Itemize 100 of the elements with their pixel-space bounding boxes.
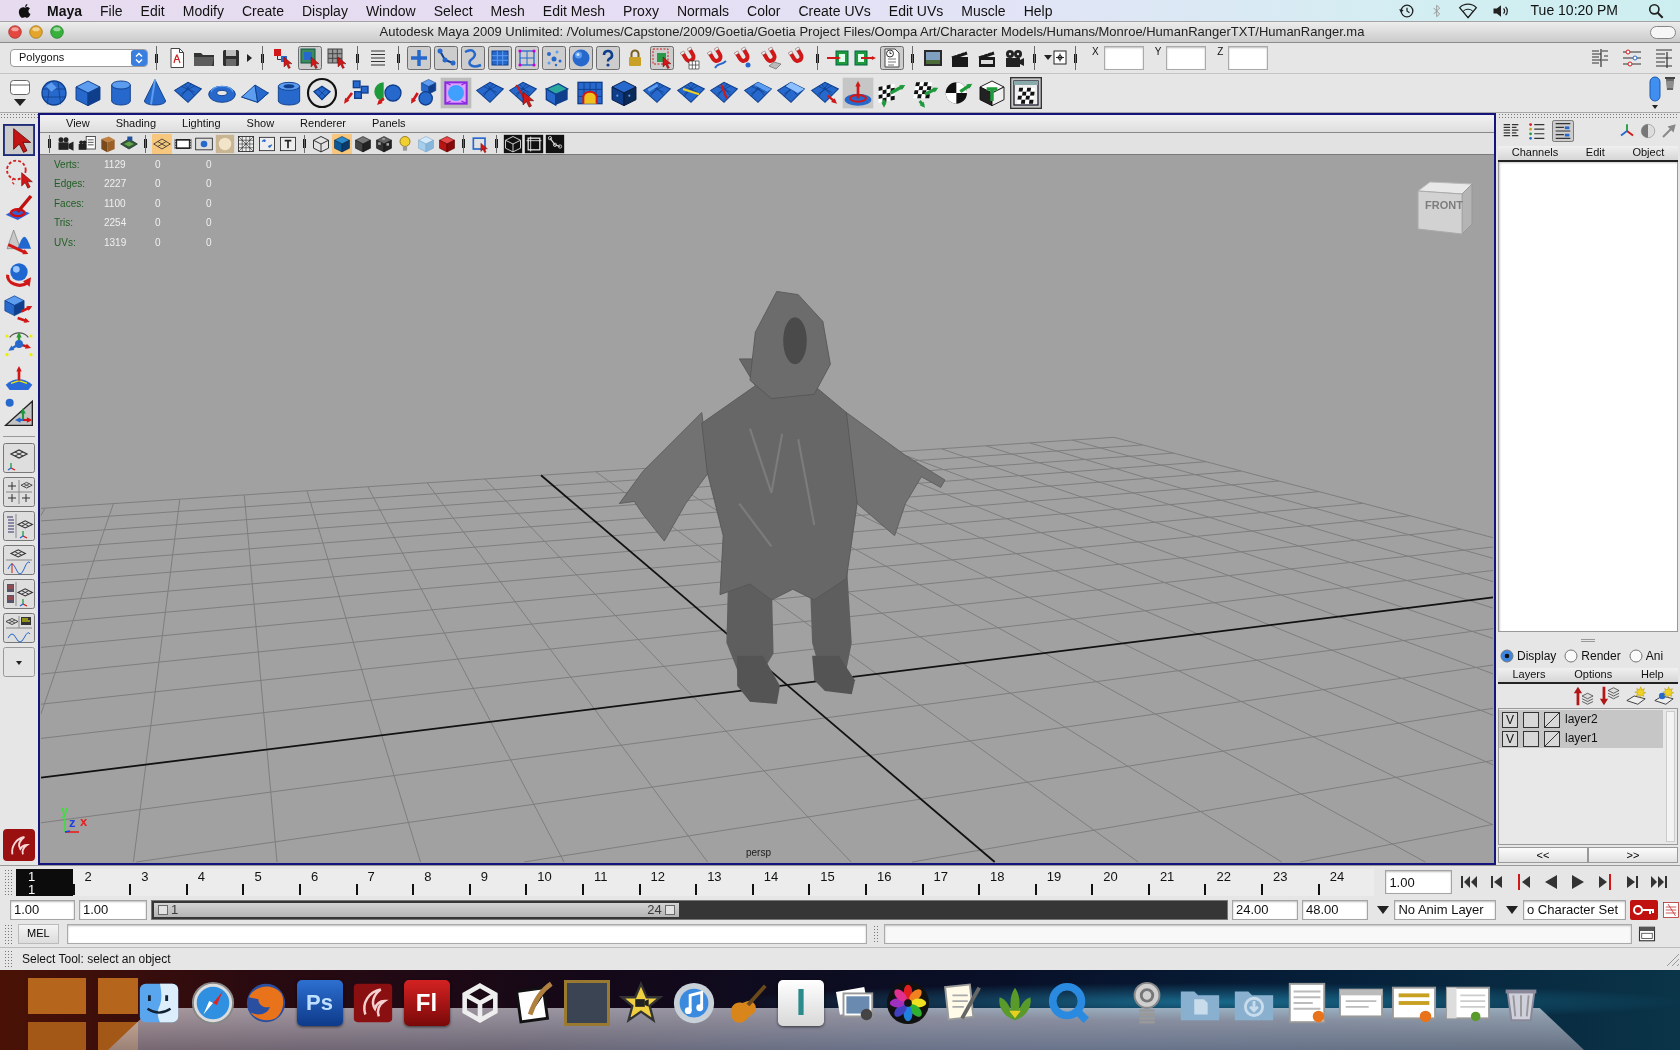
coordinate-field[interactable]	[1228, 46, 1269, 70]
anim-layer-field[interactable]: No Anim Layer	[1394, 899, 1497, 920]
caret-icon[interactable]	[13, 97, 27, 107]
lit-cube-icon[interactable]	[437, 133, 457, 154]
shelf-scrollbar[interactable]	[1649, 75, 1661, 111]
script-editor-icon[interactable]	[1637, 925, 1656, 943]
shaded-cube-icon[interactable]	[332, 133, 352, 154]
layer-up-arrow-icon[interactable]	[1572, 685, 1594, 707]
layer-menu[interactable]: Options	[1574, 668, 1613, 682]
menu-set-dropdown[interactable]: Polygons	[10, 49, 148, 67]
four-view-layout-icon[interactable]	[3, 477, 35, 507]
music-disc-icon[interactable]	[671, 980, 717, 1026]
handle-icon[interactable]	[664, 904, 675, 915]
menu-item[interactable]: Proxy	[614, 0, 668, 21]
panel-menu-item[interactable]: Show	[234, 116, 287, 131]
caret-icon[interactable]	[1376, 904, 1391, 915]
hypershade-layout-icon[interactable]	[3, 579, 35, 609]
panel-menu-item[interactable]: Lighting	[170, 116, 233, 131]
nav-button[interactable]: >>	[1588, 847, 1678, 863]
hierarchy-select-icon[interactable]	[271, 46, 295, 70]
joint-chain-icon[interactable]	[434, 46, 458, 70]
caret-icon[interactable]	[1505, 904, 1519, 915]
sphere-icon[interactable]	[38, 77, 70, 109]
command-field[interactable]	[66, 924, 867, 944]
slash-box-icon[interactable]	[1544, 711, 1560, 728]
layer-row[interactable]: V layer1	[1499, 729, 1663, 748]
grid-patch-icon[interactable]	[488, 46, 512, 70]
shelf-tab-icon[interactable]	[10, 79, 30, 95]
radio-label[interactable]: Ani	[1645, 648, 1664, 664]
menu-item[interactable]: Create	[232, 0, 293, 21]
menu-item[interactable]: Display	[293, 0, 357, 21]
menu-item[interactable]: File	[91, 0, 132, 21]
menu-item[interactable]: Help	[1014, 0, 1062, 21]
xray-cube-icon[interactable]	[503, 133, 523, 154]
updown-arrows-icon[interactable]	[131, 50, 147, 66]
viewport-canvas[interactable]: Verts: 1129 0 0 Edges: 2227 0 0 Faces: 1100 0 0 Tris: 2254 0 0 UVs: 1319 0 0 FRONT persp y z x	[40, 155, 1494, 863]
resize-grip-icon[interactable]	[1664, 951, 1680, 967]
menu-item[interactable]: Muscle	[952, 0, 1015, 21]
scale-tool-icon[interactable]	[3, 294, 35, 326]
panel-menu-item[interactable]: View	[54, 116, 102, 131]
field-chart-icon[interactable]	[236, 133, 256, 154]
menu-item[interactable]: Mesh	[481, 0, 534, 21]
sliders-icon[interactable]	[1620, 46, 1644, 70]
show-manipulator-icon[interactable]	[3, 396, 35, 428]
radio-button[interactable]	[1500, 649, 1514, 663]
menu-item[interactable]: Modify	[173, 0, 233, 21]
outliner-layout-icon[interactable]	[3, 511, 35, 541]
new-layer-sphere-icon[interactable]	[1652, 685, 1676, 707]
result-field[interactable]	[883, 924, 1632, 944]
particles-icon[interactable]	[542, 46, 566, 70]
animation-prefs-icon[interactable]	[1662, 900, 1680, 919]
current-time-field[interactable]: 1.00	[1385, 870, 1453, 894]
app-menu[interactable]: Maya	[38, 0, 92, 21]
coordinate-field[interactable]	[1103, 46, 1144, 70]
visibility-toggle[interactable]: V	[1502, 711, 1518, 728]
range-start-field[interactable]: 1.00	[79, 899, 147, 920]
menu-item[interactable]: Edit	[131, 0, 174, 21]
glowing-cube-icon[interactable]	[440, 77, 472, 109]
checker-cube-icon[interactable]	[374, 133, 394, 154]
xray-joint-icon[interactable]	[545, 133, 565, 154]
component-select-icon[interactable]	[325, 46, 349, 70]
magnet-plane-icon[interactable]	[758, 46, 782, 70]
layer-down-arrow-icon[interactable]	[1598, 685, 1620, 707]
character-set-field[interactable]: o Character Set	[1523, 899, 1626, 920]
menu-item[interactable]: Create UVs	[789, 0, 880, 21]
curve-icon[interactable]	[461, 46, 485, 70]
range-end-field[interactable]: 24.00	[1232, 899, 1298, 920]
layer-menu[interactable]: Help	[1640, 668, 1664, 682]
app-letter-tile[interactable]: Fl	[403, 980, 450, 1026]
layer-name[interactable]: layer1	[1565, 731, 1598, 746]
start-time-field[interactable]: 1.00	[10, 899, 75, 920]
channel-box-menu[interactable]: Object	[1632, 146, 1665, 160]
menu-item[interactable]: Edit UVs	[879, 0, 953, 21]
magnet-grid-icon[interactable]	[677, 46, 701, 70]
range-track[interactable]: 1 24	[151, 899, 1228, 920]
wireframe-cube-icon[interactable]	[311, 133, 331, 154]
compass-icon[interactable]	[189, 980, 236, 1026]
uv-window-icon[interactable]	[1009, 77, 1042, 109]
diagonal-arrow-icon[interactable]	[1660, 122, 1678, 140]
menu-item[interactable]: Normals	[667, 0, 738, 21]
xray-frame-icon[interactable]	[524, 133, 544, 154]
sphere-icon[interactable]	[569, 46, 593, 70]
radio-button[interactable]	[1628, 649, 1643, 663]
hooded-figure[interactable]	[618, 291, 946, 704]
select-tool-icon[interactable]	[3, 124, 35, 156]
toolbar-toggle-icon[interactable]	[1650, 25, 1676, 39]
maximize-icon[interactable]	[50, 25, 64, 39]
channel-box-menu[interactable]: Edit	[1585, 146, 1605, 160]
radio-label[interactable]: Render	[1581, 648, 1621, 664]
coordinate-field[interactable]	[1166, 46, 1207, 70]
graph-layout-icon[interactable]	[3, 545, 35, 575]
half-circle-icon[interactable]	[1639, 122, 1657, 140]
channel-box-menu[interactable]: Channels	[1511, 146, 1559, 160]
panel-menu-item[interactable]: Renderer	[288, 116, 358, 131]
radio-label[interactable]: Display	[1517, 648, 1557, 664]
solid-cube-icon[interactable]	[353, 133, 373, 154]
handle-icon[interactable]	[158, 904, 168, 915]
object-select-icon[interactable]	[298, 46, 322, 70]
nav-button[interactable]: <<	[1498, 847, 1588, 863]
lattice-icon[interactable]	[515, 46, 539, 70]
